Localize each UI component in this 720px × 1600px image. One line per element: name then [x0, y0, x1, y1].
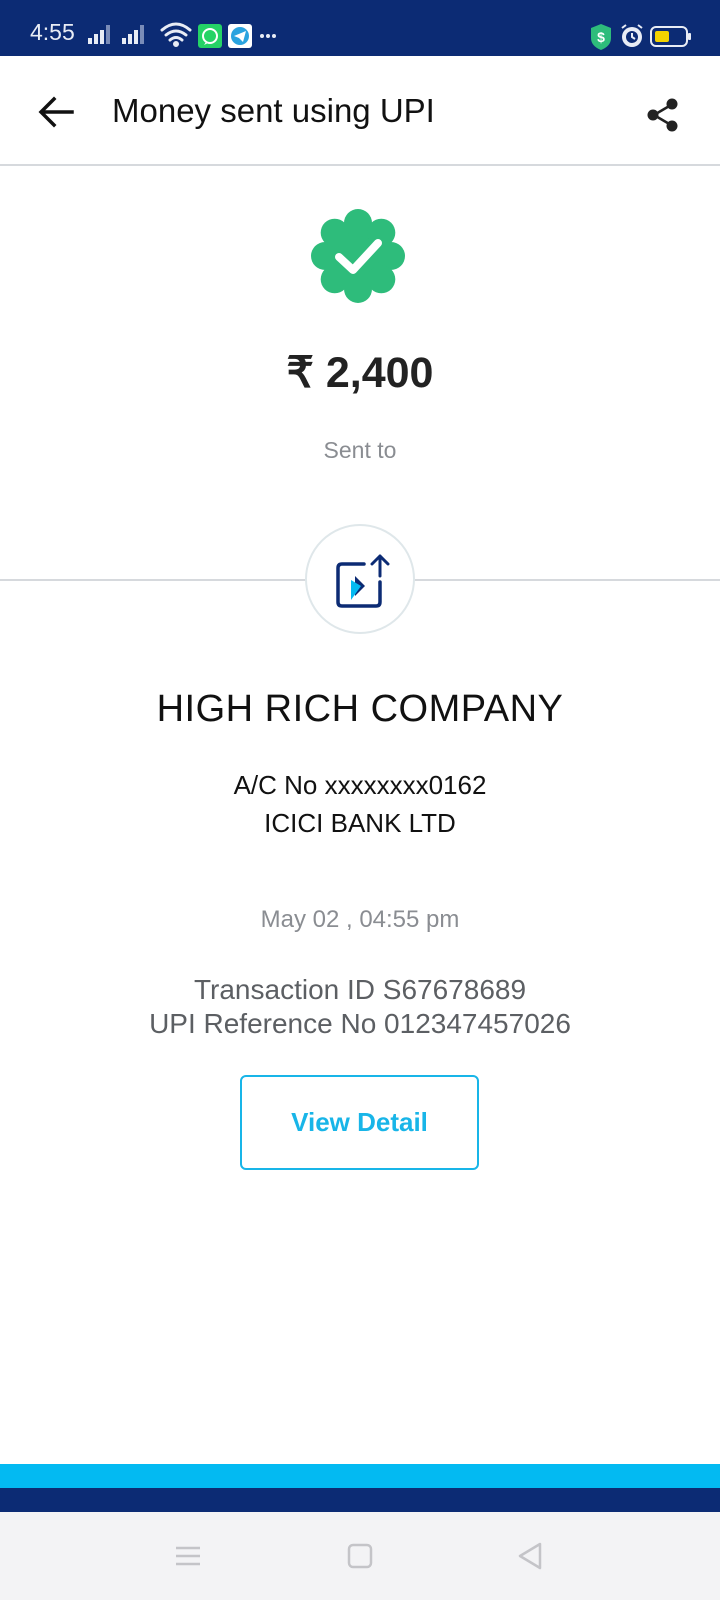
bank-name: ICICI BANK LTD [264, 808, 456, 838]
upi-reference: UPI Reference No 012347457026 [149, 1008, 571, 1039]
brand-strip-navy [0, 1488, 720, 1512]
svg-text:$: $ [597, 29, 605, 45]
app-bar: Money sent using UPI [0, 56, 720, 166]
back-button[interactable] [30, 86, 82, 138]
sent-to-label: Sent to [323, 437, 397, 463]
payee-name: HIGH RICH COMPANY [156, 688, 564, 730]
back-triangle-icon [518, 1542, 542, 1570]
home-square-icon [347, 1543, 373, 1569]
nav-bar [0, 1512, 720, 1600]
menu-icon [176, 1546, 200, 1566]
nav-menu-button[interactable] [166, 1534, 210, 1578]
account-number: A/C No xxxxxxxx0162 [233, 770, 487, 800]
share-button[interactable] [640, 92, 686, 138]
battery-icon [650, 26, 691, 47]
bank-logo-circle [305, 524, 415, 634]
brand-strip-cyan [0, 1464, 720, 1488]
nav-home-button[interactable] [338, 1534, 382, 1578]
status-right-icons: $ [591, 24, 691, 50]
transaction-id: Transaction ID S67678689 [193, 974, 527, 1005]
arrow-left-icon [38, 96, 74, 128]
share-icon [647, 98, 678, 132]
alarm-icon [621, 24, 643, 47]
status-bar: 4:55 $ [0, 0, 720, 56]
view-detail-button[interactable]: View Detail [240, 1075, 479, 1170]
security-shield-icon: $ [591, 24, 611, 50]
verified-check-icon [311, 209, 405, 303]
amount: ₹ 2,400 [286, 349, 434, 397]
nav-back-button[interactable] [508, 1534, 552, 1578]
transaction-datetime: May 02 , 04:55 pm [260, 906, 460, 933]
page-title: Money sent using UPI [112, 92, 435, 129]
bank-transfer-icon [336, 554, 390, 608]
success-badge [308, 206, 408, 306]
